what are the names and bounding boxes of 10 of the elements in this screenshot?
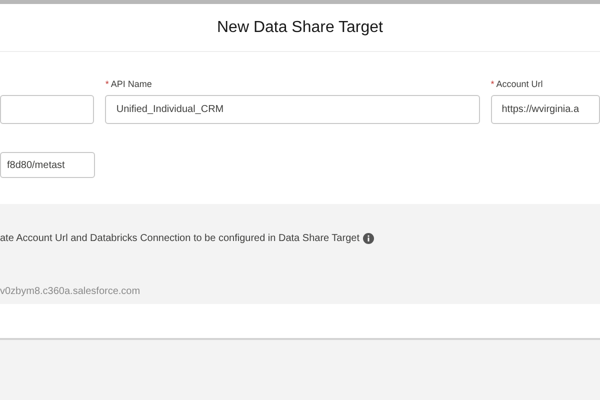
dialog-title: New Data Share Target xyxy=(216,18,383,38)
text-field[interactable] xyxy=(0,95,94,124)
text-field[interactable]: Unified_Individual_CRM xyxy=(105,95,480,124)
field-label: * Account Url xyxy=(490,78,543,92)
text-field[interactable]: https://wvirginia.a xyxy=(490,95,600,124)
info-text: ate Account Url and Databricks Connection to be configured in Data Share Target xyxy=(0,232,360,246)
field-label: * API Name xyxy=(105,78,152,92)
url-value: v0zbym8.c360a.salesforce.com xyxy=(0,285,142,299)
text-field[interactable]: f8d80/metast xyxy=(0,152,95,178)
info-icon[interactable] xyxy=(363,233,374,244)
